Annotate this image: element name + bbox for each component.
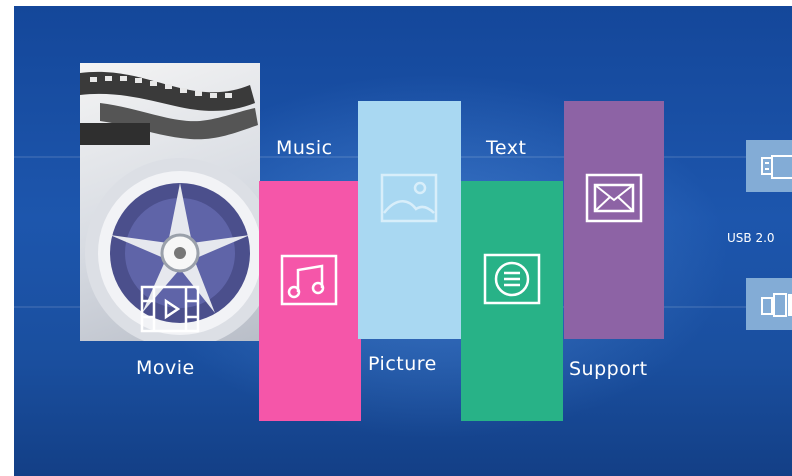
music-label: Music bbox=[276, 137, 333, 159]
document-icon bbox=[483, 253, 541, 305]
text-label: Text bbox=[486, 137, 527, 159]
usb-port-icon bbox=[761, 293, 792, 317]
movie-tile[interactable] bbox=[80, 63, 260, 341]
picture-icon bbox=[380, 173, 438, 223]
picture-tile[interactable] bbox=[358, 101, 461, 339]
usb-drive-button[interactable] bbox=[746, 140, 792, 192]
support-tile[interactable] bbox=[564, 101, 664, 339]
music-tile[interactable] bbox=[259, 181, 361, 421]
usb-label: USB 2.0 bbox=[727, 231, 775, 245]
text-tile[interactable] bbox=[461, 181, 563, 421]
film-reel-icon bbox=[80, 71, 260, 341]
usb-port-button[interactable] bbox=[746, 278, 792, 330]
movie-label: Movie bbox=[136, 357, 195, 379]
envelope-icon bbox=[585, 173, 643, 223]
picture-label: Picture bbox=[368, 353, 437, 375]
support-label: Support bbox=[569, 358, 648, 380]
media-home-screen: Movie Music Picture Text Support USB 2.0 bbox=[14, 6, 792, 476]
usb-drive-icon bbox=[761, 155, 792, 179]
music-note-icon bbox=[280, 254, 338, 306]
